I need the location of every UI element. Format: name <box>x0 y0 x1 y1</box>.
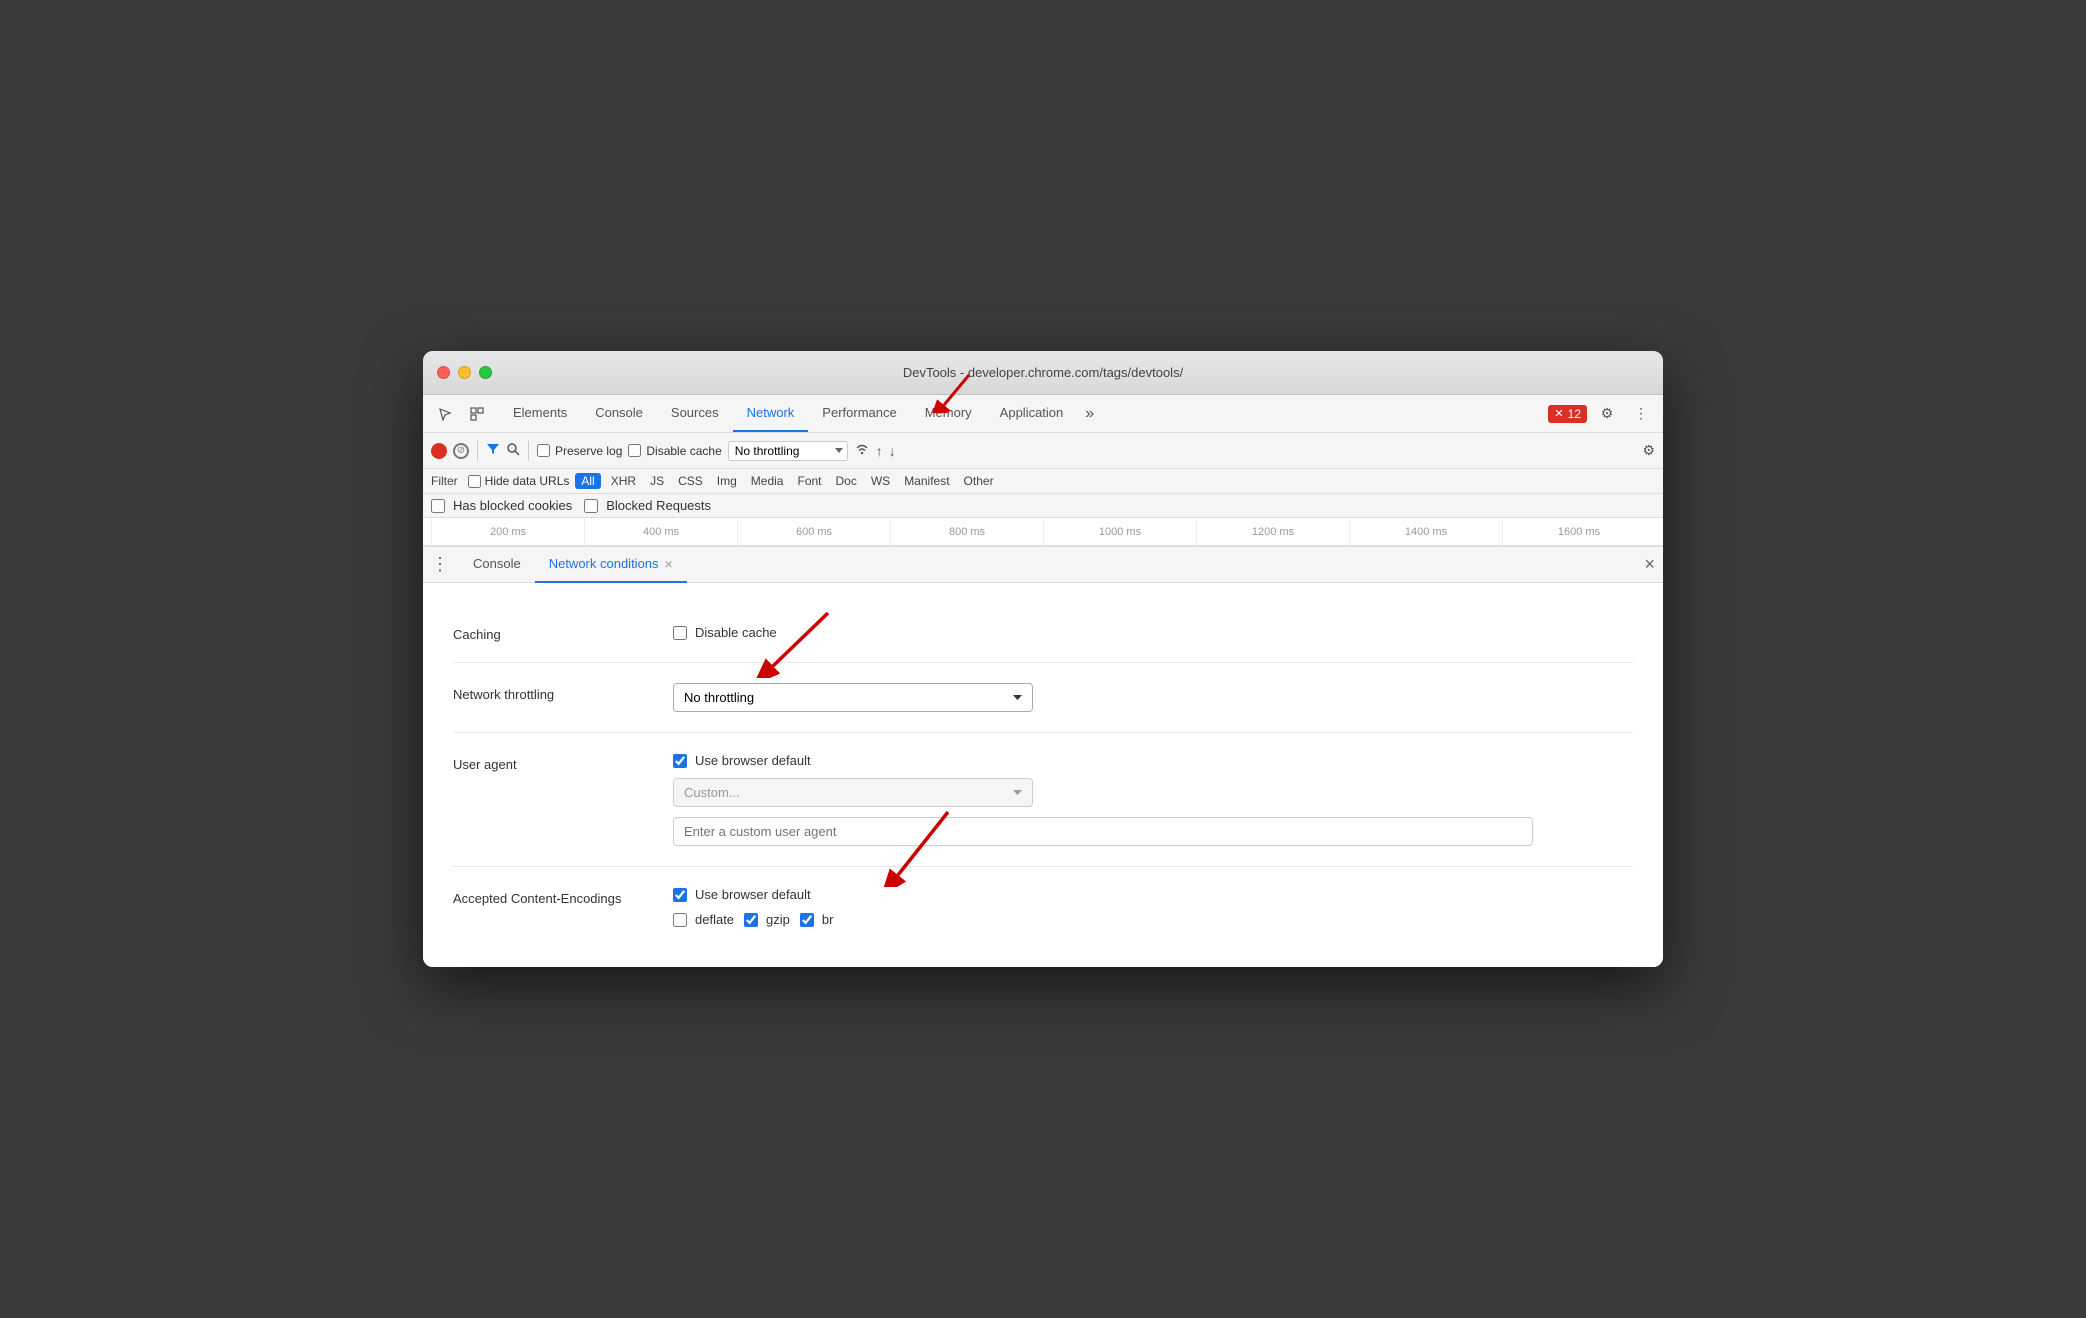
timeline-1200: 1200 ms <box>1196 518 1349 545</box>
bottom-tabs-bar: ⋮ Console Network conditions × × <box>423 547 1663 583</box>
user-agent-row: User agent Use browser default Custom... <box>453 733 1633 867</box>
filter-media[interactable]: Media <box>747 473 788 489</box>
tab-console[interactable]: Console <box>581 395 657 432</box>
cursor-icon[interactable] <box>431 400 459 428</box>
disable-cache-panel-checkbox[interactable]: Disable cache <box>673 625 1633 640</box>
devtools-tabs: Elements Console Sources Network Perform… <box>499 395 1548 432</box>
has-blocked-cookies-checkbox[interactable]: Has blocked cookies <box>431 498 572 513</box>
use-browser-default-checkbox[interactable]: Use browser default <box>673 753 1633 768</box>
timeline-200: 200 ms <box>431 518 584 545</box>
separator-2 <box>528 441 529 461</box>
gzip-checkbox[interactable]: gzip <box>744 912 790 927</box>
caching-row: Caching Disable cache <box>453 603 1633 663</box>
more-options-icon[interactable]: ⋮ <box>1627 400 1655 428</box>
throttle-panel-dropdown[interactable]: No throttling Fast 3G Slow 3G Offline Cu… <box>673 683 1033 712</box>
tab-performance[interactable]: Performance <box>808 395 910 432</box>
window-title: DevTools - developer.chrome.com/tags/dev… <box>903 365 1183 380</box>
throttle-dropdown-toolbar[interactable]: No throttling Fast 3G Slow 3G <box>728 441 848 461</box>
br-checkbox[interactable]: br <box>800 912 834 927</box>
error-badge[interactable]: ✕ 12 <box>1548 405 1587 423</box>
download-icon[interactable]: ↓ <box>889 443 896 459</box>
record-button[interactable] <box>431 443 447 459</box>
blocked-requests-checkbox[interactable]: Blocked Requests <box>584 498 711 513</box>
filter-all-badge[interactable]: All <box>575 473 600 489</box>
deflate-checkbox[interactable]: deflate <box>673 912 734 927</box>
bottom-tab-console[interactable]: Console <box>459 547 535 583</box>
network-throttling-label: Network throttling <box>453 683 673 702</box>
inspect-icon[interactable] <box>463 400 491 428</box>
more-tabs-button[interactable]: » <box>1077 405 1102 423</box>
content-encodings-content: Use browser default deflate gzip <box>673 887 1633 927</box>
tab-network[interactable]: Network <box>733 395 809 432</box>
filter-font[interactable]: Font <box>793 473 825 489</box>
filter-js[interactable]: JS <box>646 473 668 489</box>
caching-content: Disable cache <box>673 625 1633 640</box>
maximize-button[interactable] <box>479 366 492 379</box>
preserve-log-checkbox[interactable]: Preserve log <box>537 444 622 458</box>
use-browser-default-encoding-checkbox[interactable]: Use browser default <box>673 887 1633 902</box>
minimize-button[interactable] <box>458 366 471 379</box>
custom-user-agent-input[interactable] <box>673 817 1533 846</box>
user-agent-label: User agent <box>453 753 673 772</box>
upload-icon[interactable]: ↑ <box>876 443 883 459</box>
timeline-800: 800 ms <box>890 518 1043 545</box>
title-bar: DevTools - developer.chrome.com/tags/dev… <box>423 351 1663 395</box>
filter-other[interactable]: Other <box>960 473 998 489</box>
filter-xhr[interactable]: XHR <box>607 473 640 489</box>
filter-doc[interactable]: Doc <box>832 473 861 489</box>
network-toolbar: ⊘ Preserve log Disable cache No throttli… <box>423 433 1663 469</box>
bottom-menu-dots-icon[interactable]: ⋮ <box>431 554 449 575</box>
network-throttling-content: No throttling Fast 3G Slow 3G Offline Cu… <box>673 683 1633 712</box>
caching-label: Caching <box>453 623 673 642</box>
traffic-lights <box>437 366 492 379</box>
bottom-tab-close-icon[interactable]: × <box>665 556 673 572</box>
filter-icon[interactable] <box>486 442 500 459</box>
bottom-panel: ⋮ Console Network conditions × × Caching… <box>423 546 1663 967</box>
hide-data-urls-checkbox[interactable]: Hide data URLs <box>468 474 570 488</box>
content-encodings-row: Accepted Content-Encodings Use browser d… <box>453 867 1633 947</box>
network-throttling-row: Network throttling No throttling Fast 3G… <box>453 663 1633 733</box>
timeline-600: 600 ms <box>737 518 890 545</box>
network-settings-icon[interactable]: ⚙ <box>1642 442 1655 459</box>
tab-sources[interactable]: Sources <box>657 395 733 432</box>
bottom-tab-network-conditions[interactable]: Network conditions × <box>535 547 687 583</box>
filter-label: Filter <box>431 474 458 488</box>
tab-application[interactable]: Application <box>986 395 1078 432</box>
filter-ws[interactable]: WS <box>867 473 894 489</box>
timeline-1600: 1600 ms <box>1502 518 1655 545</box>
filter-img[interactable]: Img <box>713 473 741 489</box>
tab-elements[interactable]: Elements <box>499 395 581 432</box>
toolbar-nav-icons <box>431 400 491 428</box>
search-icon[interactable] <box>506 442 520 459</box>
filter-manifest[interactable]: Manifest <box>900 473 953 489</box>
wifi-icon[interactable] <box>854 442 870 459</box>
timeline-1400: 1400 ms <box>1349 518 1502 545</box>
tab-memory[interactable]: Memory <box>911 395 986 432</box>
filter-css[interactable]: CSS <box>674 473 707 489</box>
network-conditions-panel: Caching Disable cache Network throttling… <box>423 583 1663 967</box>
content-encodings-label: Accepted Content-Encodings <box>453 887 673 906</box>
devtools-window: DevTools - developer.chrome.com/tags/dev… <box>423 351 1663 967</box>
checkbox-filter-bar: Has blocked cookies Blocked Requests <box>423 494 1663 518</box>
devtools-main-toolbar: Elements Console Sources Network Perform… <box>423 395 1663 433</box>
toolbar-right-actions: ✕ 12 ⚙ ⋮ <box>1548 400 1655 428</box>
custom-user-agent-dropdown[interactable]: Custom... <box>673 778 1033 807</box>
encoding-options: deflate gzip br <box>673 912 1633 927</box>
separator-1 <box>477 441 478 461</box>
settings-gear-icon[interactable]: ⚙ <box>1593 400 1621 428</box>
filter-bar: Filter Hide data URLs All XHR JS CSS Img… <box>423 469 1663 494</box>
clear-button[interactable]: ⊘ <box>453 443 469 459</box>
disable-cache-checkbox[interactable]: Disable cache <box>628 444 721 458</box>
timeline-400: 400 ms <box>584 518 737 545</box>
timeline-1000: 1000 ms <box>1043 518 1196 545</box>
timeline-bar: 200 ms 400 ms 600 ms 800 ms 1000 ms 1200… <box>423 518 1663 546</box>
user-agent-content: Use browser default Custom... <box>673 753 1633 846</box>
close-panel-button[interactable]: × <box>1644 554 1655 575</box>
close-button[interactable] <box>437 366 450 379</box>
